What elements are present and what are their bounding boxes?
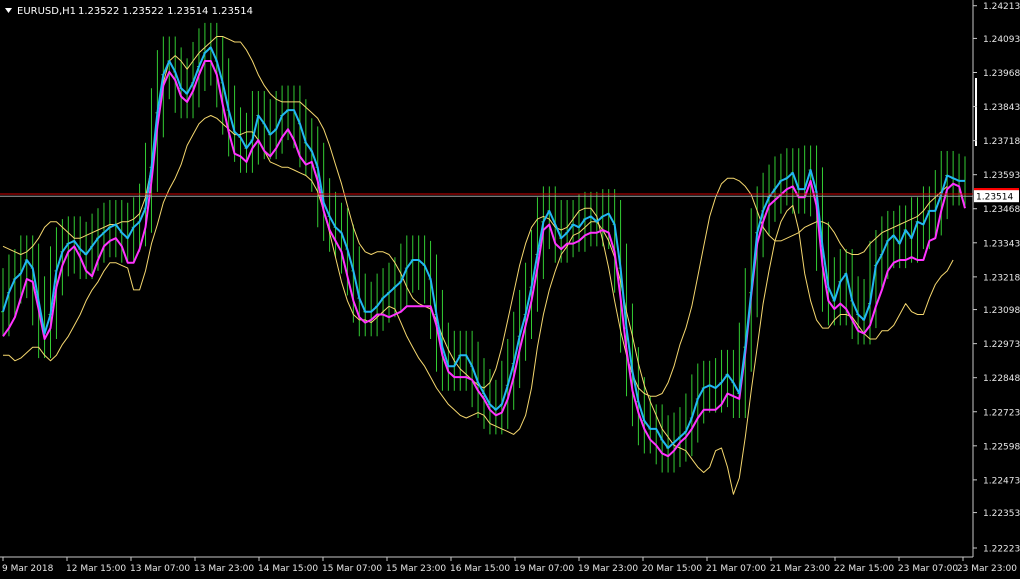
time-tick-label: 19 Mar 07:00 bbox=[514, 564, 574, 574]
time-tick-label: 20 Mar 15:00 bbox=[642, 564, 702, 574]
price-tick-label: 1.22848 bbox=[983, 374, 1020, 384]
price-tick-label: 1.23468 bbox=[983, 205, 1020, 215]
price-tick-label: 1.22973 bbox=[983, 340, 1020, 350]
price-tick-label: 1.24093 bbox=[983, 35, 1020, 45]
time-tick-label: 13 Mar 07:00 bbox=[130, 564, 190, 574]
price-tick-label: 1.23343 bbox=[983, 239, 1020, 249]
price-tick-label: 1.23098 bbox=[983, 306, 1020, 316]
time-tick-label: 15 Mar 23:00 bbox=[386, 564, 446, 574]
price-tick-label: 1.22473 bbox=[983, 476, 1020, 486]
chart-header: EURUSD,H1 1.23522 1.23522 1.23514 1.2351… bbox=[5, 6, 253, 17]
chart-background bbox=[0, 0, 1020, 579]
price-tick-label: 1.22223 bbox=[983, 545, 1020, 555]
price-tick-label: 1.23843 bbox=[983, 103, 1020, 113]
time-tick-label: 19 Mar 23:00 bbox=[578, 564, 638, 574]
price-tick-label: 1.23593 bbox=[983, 171, 1020, 181]
price-tick-label: 1.23718 bbox=[983, 137, 1020, 147]
symbol-label: EURUSD,H1 bbox=[17, 6, 76, 17]
time-tick-label: 23 Mar 07:00 bbox=[898, 564, 958, 574]
price-tick-label: 1.22598 bbox=[983, 442, 1020, 452]
time-tick-label: 21 Mar 23:00 bbox=[770, 564, 830, 574]
scroll-marker[interactable] bbox=[975, 78, 977, 146]
time-tick-label: 12 Mar 15:00 bbox=[66, 564, 126, 574]
ohlc-readout: 1.23522 1.23522 1.23514 1.23514 bbox=[78, 6, 253, 17]
price-chart[interactable]: 1.235221.23514 1.242131.240931.239681.23… bbox=[0, 0, 1020, 579]
time-tick-label: 22 Mar 15:00 bbox=[834, 564, 894, 574]
price-tick-label: 1.22723 bbox=[983, 408, 1020, 418]
time-tick-label: 16 Mar 15:00 bbox=[450, 564, 510, 574]
time-tick-label: 9 Mar 2018 bbox=[2, 564, 54, 574]
ask-price-label: 1.23514 bbox=[976, 193, 1013, 203]
price-tick-label: 1.22353 bbox=[983, 509, 1020, 519]
time-tick-label: 23 Mar 23:00 bbox=[957, 564, 1017, 574]
time-tick-label: 14 Mar 15:00 bbox=[258, 564, 318, 574]
price-tick-label: 1.23968 bbox=[983, 69, 1020, 79]
time-tick-label: 21 Mar 07:00 bbox=[706, 564, 766, 574]
time-tick-label: 15 Mar 07:00 bbox=[322, 564, 382, 574]
price-tick-label: 1.24213 bbox=[983, 2, 1020, 12]
time-tick-label: 13 Mar 23:00 bbox=[194, 564, 254, 574]
price-tick-label: 1.23218 bbox=[983, 273, 1020, 283]
